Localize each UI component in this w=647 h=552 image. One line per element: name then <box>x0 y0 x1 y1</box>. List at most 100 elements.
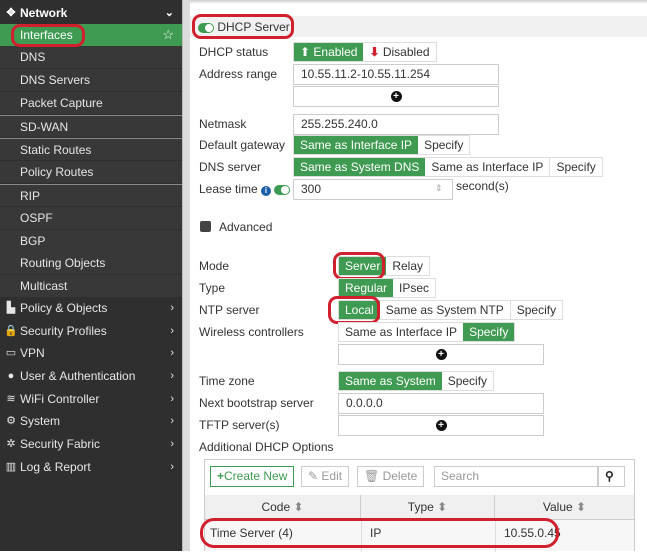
label: Security Profiles <box>20 324 107 338</box>
column-type[interactable]: Type ⬍ <box>361 495 495 519</box>
netmask-input[interactable]: 255.255.240.0 <box>293 114 499 135</box>
sidebar-item-dns-servers[interactable]: DNS Servers <box>0 69 182 91</box>
sidebar-item-wifi[interactable]: ≋ WiFi Controller › <box>0 388 182 410</box>
ntp-system-button[interactable]: Same as System NTP <box>379 301 511 319</box>
collapse-icon[interactable] <box>200 221 211 232</box>
mode-relay-button[interactable]: Relay <box>386 257 430 275</box>
sidebar-item-user-auth[interactable]: ● User & Authentication › <box>0 365 182 387</box>
column-value[interactable]: Value ⬍ <box>495 495 634 519</box>
search-icon[interactable]: ⚲ <box>598 466 625 487</box>
info-icon[interactable]: i <box>261 186 272 196</box>
chart-icon: ▥ <box>5 461 17 473</box>
chevron-right-icon: › <box>170 393 174 405</box>
star-icon[interactable]: ☆ <box>162 24 174 46</box>
sidebar-scrollbar[interactable] <box>182 0 190 551</box>
mode-label: Mode <box>199 259 230 273</box>
sidebar-item-dns[interactable]: DNS <box>0 46 182 68</box>
gateway-label: Default gateway <box>199 138 286 152</box>
chevron-right-icon: › <box>170 415 174 427</box>
stepper-icon[interactable]: ⇕ <box>435 183 443 194</box>
wlc-same-button[interactable]: Same as Interface IP <box>339 323 464 341</box>
dns-toggle[interactable]: Same as System DNS Same as Interface IP Sp… <box>293 157 603 177</box>
plus-icon: + <box>435 420 447 431</box>
label: VPN <box>20 346 45 360</box>
tz-specify-button[interactable]: Specify <box>441 372 494 390</box>
sidebar: ✥ Network ⌄ Interfaces ☆ DNS DNS Servers … <box>0 0 182 551</box>
tz-toggle[interactable]: Same as System Specify <box>338 371 495 391</box>
dns-interface-button[interactable]: Same as Interface IP <box>425 158 551 176</box>
type-regular-button[interactable]: Regular <box>339 279 394 297</box>
enabled-button[interactable]: ⬆ Enabled <box>294 43 364 61</box>
disabled-button[interactable]: ⬇ Disabled <box>363 43 436 61</box>
gateway-toggle[interactable]: Same as Interface IP Specify <box>293 135 471 155</box>
sidebar-item-bgp[interactable]: BGP <box>0 230 182 252</box>
gateway-same-button[interactable]: Same as Interface IP <box>294 136 419 154</box>
sort-icon: ⬍ <box>437 500 448 514</box>
sort-icon: ⬍ <box>293 500 304 514</box>
sidebar-network[interactable]: ✥ Network ⌄ <box>0 2 182 24</box>
type-ipsec-button[interactable]: IPsec <box>393 279 436 297</box>
highlight-dhcp <box>192 14 294 39</box>
highlight-ntp <box>328 296 380 324</box>
highlight-mode <box>333 252 385 280</box>
sidebar-item-sd-wan[interactable]: SD-WAN <box>0 115 182 137</box>
lease-time-input[interactable]: 300 <box>293 179 453 200</box>
wireless-controllers-label: Wireless controllers <box>199 325 304 339</box>
chevron-down-icon: ⌄ <box>164 7 174 19</box>
delete-button[interactable]: 🗑 Delete <box>357 466 425 487</box>
column-code[interactable]: Code ⬍ <box>205 495 361 519</box>
sidebar-item-policy-routes[interactable]: Policy Routes <box>0 161 182 183</box>
dns-specify-button[interactable]: Specify <box>550 158 602 176</box>
ntp-specify-button[interactable]: Specify <box>510 301 563 319</box>
label: Delete <box>382 469 418 483</box>
sidebar-item-security-fabric[interactable]: ✲ Security Fabric › <box>0 433 182 455</box>
search-input[interactable]: Search <box>434 466 598 487</box>
label: Code <box>261 500 291 514</box>
gateway-specify-button[interactable]: Specify <box>418 136 470 154</box>
dns-label: DNS server <box>199 160 262 174</box>
dhcp-status-toggle[interactable]: ⬆ Enabled ⬇ Disabled <box>293 42 437 62</box>
netmask-label: Netmask <box>199 117 247 131</box>
lease-time-toggle[interactable] <box>274 184 291 195</box>
label: Security Fabric <box>20 437 101 451</box>
label: Type <box>407 500 434 514</box>
bootstrap-input[interactable]: 0.0.0.0 <box>338 393 544 414</box>
chevron-right-icon: › <box>170 325 174 337</box>
label: Lease time <box>199 182 258 196</box>
dns-system-button[interactable]: Same as System DNS <box>294 158 426 176</box>
lease-time-label: Lease time i <box>199 181 291 197</box>
fabric-icon: ✲ <box>6 438 16 450</box>
advanced-toggle[interactable]: Advanced <box>219 220 272 234</box>
type-toggle[interactable]: Regular IPsec <box>338 278 437 298</box>
sidebar-item-routing-objects[interactable]: Routing Objects <box>0 252 182 274</box>
sidebar-item-policy-objects[interactable]: ▙ Policy & Objects › <box>0 297 182 319</box>
sidebar-item-security-profiles[interactable]: 🔒 Security Profiles › <box>0 320 182 342</box>
wlc-toggle[interactable]: Same as Interface IP Specify <box>338 322 516 342</box>
sidebar-item-vpn[interactable]: ▭ VPN › <box>0 342 182 364</box>
plus-icon: + <box>435 349 447 360</box>
chevron-right-icon: › <box>170 461 174 473</box>
label: Policy & Objects <box>20 301 108 315</box>
tz-system-button[interactable]: Same as System <box>339 372 442 390</box>
sidebar-item-rip[interactable]: RIP <box>0 184 182 206</box>
add-address-range-button[interactable]: + <box>293 86 499 107</box>
plus-icon: + <box>390 91 402 102</box>
edit-button[interactable]: ✎ Edit <box>301 466 350 487</box>
label: Disabled <box>382 45 430 59</box>
add-tftp-button[interactable]: + <box>338 415 544 436</box>
dhcp-status-label: DHCP status <box>199 45 269 59</box>
sidebar-item-system[interactable]: ⚙ System › <box>0 410 182 432</box>
address-range-input[interactable]: 10.55.11.2-10.55.11.254 <box>293 64 499 85</box>
create-new-button[interactable]: +Create New <box>210 466 295 487</box>
sidebar-item-ospf[interactable]: OSPF <box>0 207 182 229</box>
sidebar-item-log-report[interactable]: ▥ Log & Report › <box>0 456 182 478</box>
lease-unit: second(s) <box>456 179 509 193</box>
add-wlc-button[interactable]: + <box>338 344 544 365</box>
wlc-specify-button[interactable]: Specify <box>463 323 515 341</box>
sidebar-network-label: Network <box>20 6 68 20</box>
sidebar-item-static-routes[interactable]: Static Routes <box>0 138 182 160</box>
sidebar-item-multicast[interactable]: Multicast <box>0 275 182 297</box>
dhcp-options-label: Additional DHCP Options <box>199 440 334 454</box>
sidebar-item-packet-capture[interactable]: Packet Capture <box>0 92 182 114</box>
bootstrap-label: Next bootstrap server <box>199 396 314 410</box>
